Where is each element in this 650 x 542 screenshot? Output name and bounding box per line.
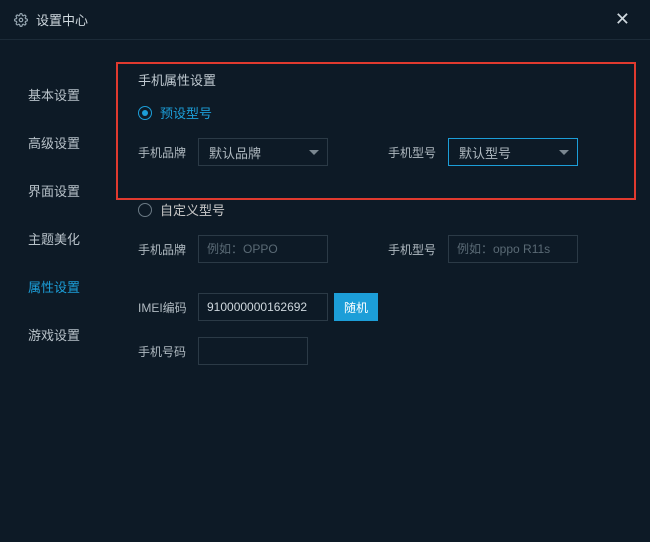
model-input[interactable] — [448, 235, 578, 263]
sidebar-item-property[interactable]: 属性设置 — [0, 262, 108, 310]
model-select-value: 默认型号 — [459, 143, 511, 162]
brand-input[interactable] — [198, 235, 328, 263]
preset-radio-label: 预设型号 — [160, 103, 212, 122]
sidebar-item-theme[interactable]: 主题美化 — [0, 214, 108, 262]
sidebar-item-ui[interactable]: 界面设置 — [0, 166, 108, 214]
phoneno-input[interactable] — [198, 337, 308, 365]
brand-label: 手机品牌 — [138, 144, 198, 161]
sidebar-item-game[interactable]: 游戏设置 — [0, 310, 108, 358]
imei-input[interactable] — [198, 293, 328, 321]
imei-label: IMEI编码 — [138, 299, 198, 316]
section-heading: 手机属性设置 — [138, 70, 630, 89]
brand-select-value: 默认品牌 — [209, 143, 261, 162]
phoneno-label: 手机号码 — [138, 343, 198, 360]
radio-icon — [138, 106, 152, 120]
model-select[interactable]: 默认型号 — [448, 138, 578, 166]
chevron-down-icon — [309, 150, 319, 155]
radio-icon — [138, 203, 152, 217]
sidebar-item-basic[interactable]: 基本设置 — [0, 70, 108, 118]
model-label-2: 手机型号 — [388, 241, 448, 258]
content-panel: 手机属性设置 预设型号 手机品牌 默认品牌 手机型号 默认型号 — [108, 40, 650, 542]
sidebar: 基本设置 高级设置 界面设置 主题美化 属性设置 游戏设置 — [0, 40, 108, 542]
sidebar-item-advanced[interactable]: 高级设置 — [0, 118, 108, 166]
titlebar: 设置中心 ✕ — [0, 0, 650, 40]
brand-select[interactable]: 默认品牌 — [198, 138, 328, 166]
model-label: 手机型号 — [388, 144, 448, 161]
brand-label-2: 手机品牌 — [138, 241, 198, 258]
custom-radio-label: 自定义型号 — [160, 200, 225, 219]
window-title: 设置中心 — [36, 10, 88, 29]
custom-radio[interactable]: 自定义型号 — [138, 200, 630, 219]
preset-radio[interactable]: 预设型号 — [138, 103, 630, 122]
gear-icon — [14, 13, 28, 27]
chevron-down-icon — [559, 150, 569, 155]
random-button[interactable]: 随机 — [334, 293, 378, 321]
close-icon[interactable]: ✕ — [609, 5, 636, 34]
